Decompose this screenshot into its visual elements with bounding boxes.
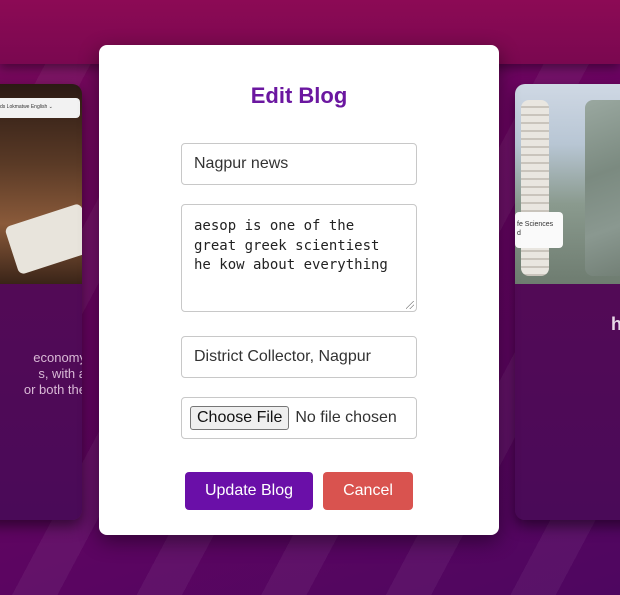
card-image-chip: fe Sciences d — [515, 212, 563, 248]
cancel-button[interactable]: Cancel — [323, 472, 413, 510]
card-image: fe Sciences d — [515, 84, 620, 284]
blog-title-input[interactable]: Nagpur news — [181, 143, 417, 185]
blog-author-input[interactable]: District Collector, Nagpur — [181, 336, 417, 378]
blog-content-text: aesop is one of the great greek scientie… — [194, 218, 388, 273]
image-file-input[interactable]: Choose File No file chosen — [181, 397, 417, 439]
modal-title: Edit Blog — [250, 83, 348, 108]
building-image — [521, 100, 549, 276]
edit-blog-modal: Edit Blog Nagpur news aesop is one of th… — [99, 45, 499, 535]
card-heading: h — [611, 314, 620, 334]
update-blog-button[interactable]: Update Blog — [185, 472, 313, 510]
background-blog-card-left: ds Lokmatwe English ⌄ economy s, with a … — [0, 84, 82, 520]
city-image — [585, 100, 620, 276]
file-status-text: No file chosen — [295, 409, 397, 426]
blog-content-textarea[interactable]: aesop is one of the great greek scientie… — [181, 204, 417, 312]
card-image-nav-snippet: ds Lokmatwe English ⌄ — [0, 98, 80, 118]
image-detail — [4, 202, 82, 276]
choose-file-button[interactable]: Choose File — [190, 406, 290, 430]
resize-handle[interactable] — [406, 301, 414, 309]
card-excerpt: economy s, with a or both the — [23, 350, 82, 397]
background-blog-card-right: fe Sciences d h — [515, 84, 620, 520]
card-image: ds Lokmatwe English ⌄ — [0, 84, 82, 284]
